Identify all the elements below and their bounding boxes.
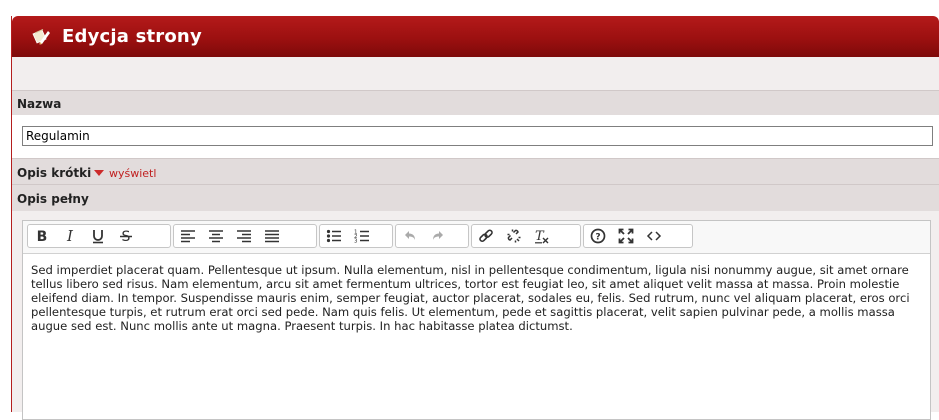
short-desc-row: Opis krótki wyświetl (12, 158, 939, 184)
link-group: T (471, 224, 581, 248)
full-desc-label: Opis pełny (17, 192, 89, 206)
short-desc-toggle-label: wyświetl (109, 167, 157, 180)
bullet-list-icon[interactable] (320, 225, 348, 247)
short-desc-label: Opis krótki (17, 166, 92, 180)
panel-header: Edycja strony (12, 16, 939, 57)
italic-icon[interactable]: I (56, 225, 84, 247)
numbered-list-icon[interactable]: 123 (348, 225, 376, 247)
unlink-icon[interactable] (500, 225, 528, 247)
fullscreen-icon[interactable] (612, 225, 640, 247)
format-group: B I S (27, 224, 171, 248)
help-icon[interactable]: ? (584, 225, 612, 247)
svg-text:3: 3 (354, 239, 358, 245)
caret-down-icon (94, 170, 104, 176)
bold-icon[interactable]: B (28, 225, 56, 247)
short-desc-toggle[interactable]: wyświetl (94, 167, 156, 180)
name-label: Nazwa (17, 97, 62, 111)
edit-page-icon (31, 27, 51, 47)
undo-icon[interactable] (396, 225, 424, 247)
editor-toolbar: B I S 1 2 3 T ? (23, 221, 930, 254)
page-title: Edycja strony (62, 26, 202, 47)
align-right-icon[interactable] (230, 225, 258, 247)
align-justify-icon[interactable] (258, 225, 286, 247)
clear-format-icon[interactable]: T (528, 225, 556, 247)
misc-group: ? (583, 224, 693, 248)
full-desc-row: Opis pełny (12, 184, 939, 211)
source-code-icon[interactable] (640, 225, 668, 247)
strikethrough-icon[interactable]: S (112, 225, 140, 247)
link-icon[interactable] (472, 225, 500, 247)
svg-text:B: B (37, 229, 48, 244)
align-group (173, 224, 317, 248)
align-center-icon[interactable] (202, 225, 230, 247)
rich-text-editor: B I S 1 2 3 T ? Sed imperdiet placerat q… (22, 220, 931, 420)
edit-page-panel: Edycja strony Nazwa Opis krótki wyświetl… (11, 16, 939, 420)
underline-icon[interactable] (84, 225, 112, 247)
header-subbar (12, 57, 939, 90)
align-left-icon[interactable] (174, 225, 202, 247)
editor-area: B I S 1 2 3 T ? Sed imperdiet placerat q… (12, 211, 939, 420)
editor-content[interactable]: Sed imperdiet placerat quam. Pellentesqu… (31, 263, 926, 333)
name-field[interactable] (22, 126, 933, 146)
history-group (395, 224, 469, 248)
svg-text:?: ? (595, 233, 600, 243)
svg-text:I: I (66, 228, 74, 244)
name-field-wrap (12, 115, 939, 159)
list-group: 123 (319, 224, 393, 248)
redo-icon[interactable] (424, 225, 452, 247)
name-label-row: Nazwa (12, 90, 939, 115)
